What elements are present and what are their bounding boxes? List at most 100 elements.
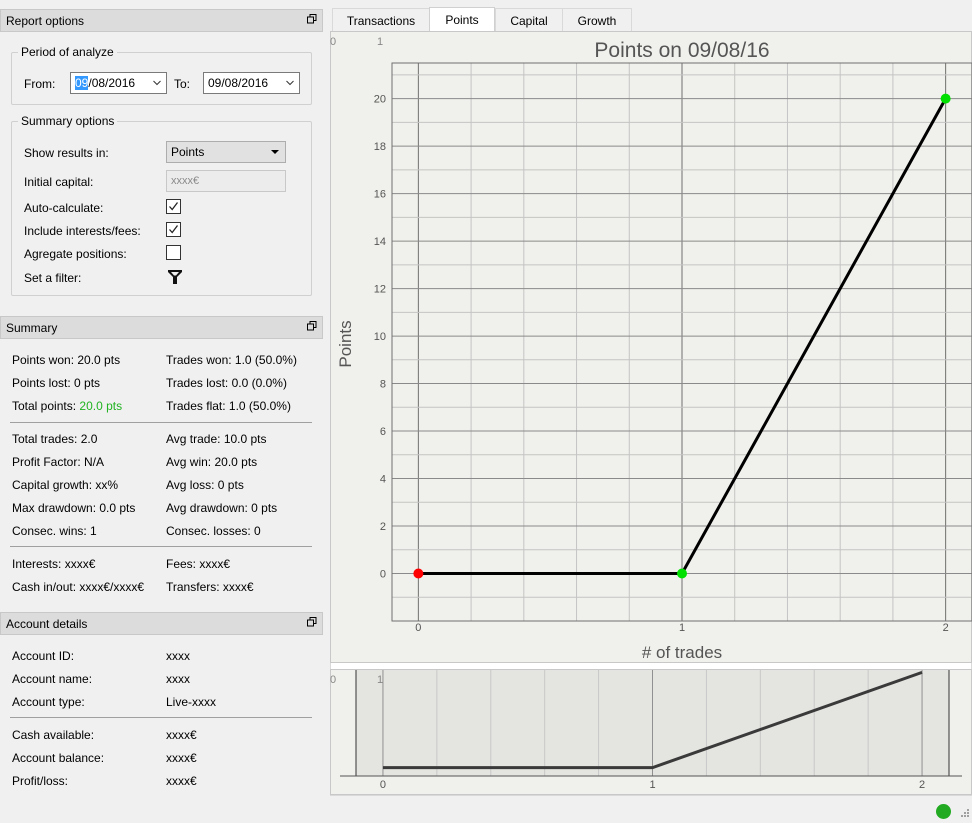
y-tick-label: 16 [374,189,386,201]
transfers: Transfers: xxxx€ [166,580,254,594]
overview-x-tick-label: 2 [919,779,925,791]
avg-loss: Avg loss: 0 pts [166,478,244,492]
float-window-icon[interactable] [307,321,317,331]
include-interests-checkbox[interactable] [166,222,181,237]
consec-losses: Consec. losses: 0 [166,524,261,538]
tab-points[interactable]: Points [429,7,495,32]
summary-options-title: Summary options [18,114,118,128]
points-lost: Points lost: 0 pts [12,376,101,390]
overview-chart[interactable]: 0 1 0 1 2 [330,669,972,795]
tab-growth[interactable]: Growth [562,8,632,31]
x-axis-label: # of trades [642,643,722,662]
include-interests-label: Include interests/fees: [24,224,141,238]
tab-label: Capital [510,14,548,28]
data-point[interactable] [413,568,424,579]
summary-header: Summary [0,316,323,339]
x-tick-label: 2 [943,622,949,634]
y-tick-label: 18 [374,141,386,153]
y-tick-label: 2 [380,521,386,533]
show-results-select[interactable]: Points [166,141,286,163]
chevron-down-icon[interactable] [153,79,161,87]
chevron-down-icon[interactable] [286,79,294,87]
total-points-value: 20.0 pts [79,399,123,413]
max-drawdown: Max drawdown: 0.0 pts [12,501,136,515]
initial-capital-label: Initial capital: [24,175,94,189]
checkmark-icon [169,202,179,211]
resize-grip-icon[interactable] [958,808,970,820]
y-tick-label: 8 [380,379,386,391]
total-points: Total points: 20.0 pts [12,399,122,413]
y-tick-label: 0 [380,569,386,581]
profit-loss-label: Profit/loss: [12,774,69,788]
capital-growth: Capital growth: xx% [12,478,119,492]
account-name-label: Account name: [12,672,93,686]
account-type-label: Account type: [12,695,85,709]
y-tick-label: 4 [380,474,386,486]
points-won: Points won: 20.0 pts [12,353,121,367]
trades-won: Trades won: 1.0 (50.0%) [166,353,297,367]
tab-capital[interactable]: Capital [495,8,563,31]
to-date-value: 09/08/2016 [208,76,269,90]
initial-capital-placeholder: xxxx€ [171,175,200,187]
overview-x-tick-label: 1 [649,779,655,791]
checkmark-icon [169,225,179,234]
float-window-icon[interactable] [307,14,317,24]
y-tick-label: 20 [374,94,386,106]
profit-loss-value: xxxx€ [166,774,197,788]
tab-transactions[interactable]: Transactions [332,8,430,31]
chart-title: Points on 09/08/16 [594,39,769,62]
initial-capital-input[interactable]: xxxx€ [166,170,286,192]
interests: Interests: xxxx€ [12,557,96,571]
tab-label: Growth [577,14,617,28]
aggregate-checkbox[interactable] [166,245,181,260]
tab-label: Points [445,13,479,27]
y-tick-label: 12 [374,284,386,296]
float-window-icon[interactable] [307,617,317,627]
data-point[interactable] [677,568,687,579]
avg-drawdown: Avg drawdown: 0 pts [166,501,278,515]
show-results-label: Show results in: [24,146,109,160]
chart-background [330,31,972,663]
overview-corner-label: 1 [377,674,383,686]
auto-calc-label: Auto-calculate: [24,201,104,215]
dropdown-arrow-icon [271,150,279,154]
tab-label: Transactions [346,14,416,28]
account-type-value: Live-xxxx [166,695,217,709]
data-point[interactable] [940,93,951,104]
account-id-value: xxxx [166,649,190,663]
from-date-selected-part: 09 [75,76,89,90]
chart-corner-label: 0 [330,36,336,48]
cash-available-label: Cash available: [12,728,95,742]
total-trades: Total trades: 2.0 [12,432,98,446]
avg-trade: Avg trade: 10.0 pts [166,432,267,446]
x-tick-label: 0 [415,622,421,634]
filter-label: Set a filter: [24,271,82,285]
from-date-input[interactable]: 09/08/2016 [70,72,167,94]
from-date-rest: /08/2016 [88,76,136,90]
account-balance-value: xxxx€ [166,751,197,765]
filter-icon[interactable] [167,269,183,285]
from-label: From: [24,77,56,91]
total-points-label: Total points: [12,399,77,413]
points-chart[interactable]: 0 1 Points on 09/08/16 # of trades Point… [330,31,972,663]
overview-corner-label: 0 [330,674,336,686]
consec-wins: Consec. wins: 1 [12,524,97,538]
account-id-label: Account ID: [12,649,75,663]
to-label: To: [174,77,191,91]
y-tick-label: 10 [374,331,386,343]
to-date-input[interactable]: 09/08/2016 [203,72,300,94]
account-balance-label: Account balance: [12,751,105,765]
period-title: Period of analyze [18,45,117,59]
auto-calc-checkbox[interactable] [166,199,181,214]
trades-flat: Trades flat: 1.0 (50.0%) [166,399,291,413]
fees: Fees: xxxx€ [166,557,231,571]
account-details-title: Account details [6,617,88,631]
status-indicator-icon [936,804,951,819]
cash-available-value: xxxx€ [166,728,197,742]
divider [10,717,312,718]
avg-win: Avg win: 20.0 pts [166,455,258,469]
account-name-value: xxxx [166,672,190,686]
aggregate-label: Agregate positions: [24,247,127,261]
report-options-header: Report options [0,9,323,32]
divider [10,546,312,547]
